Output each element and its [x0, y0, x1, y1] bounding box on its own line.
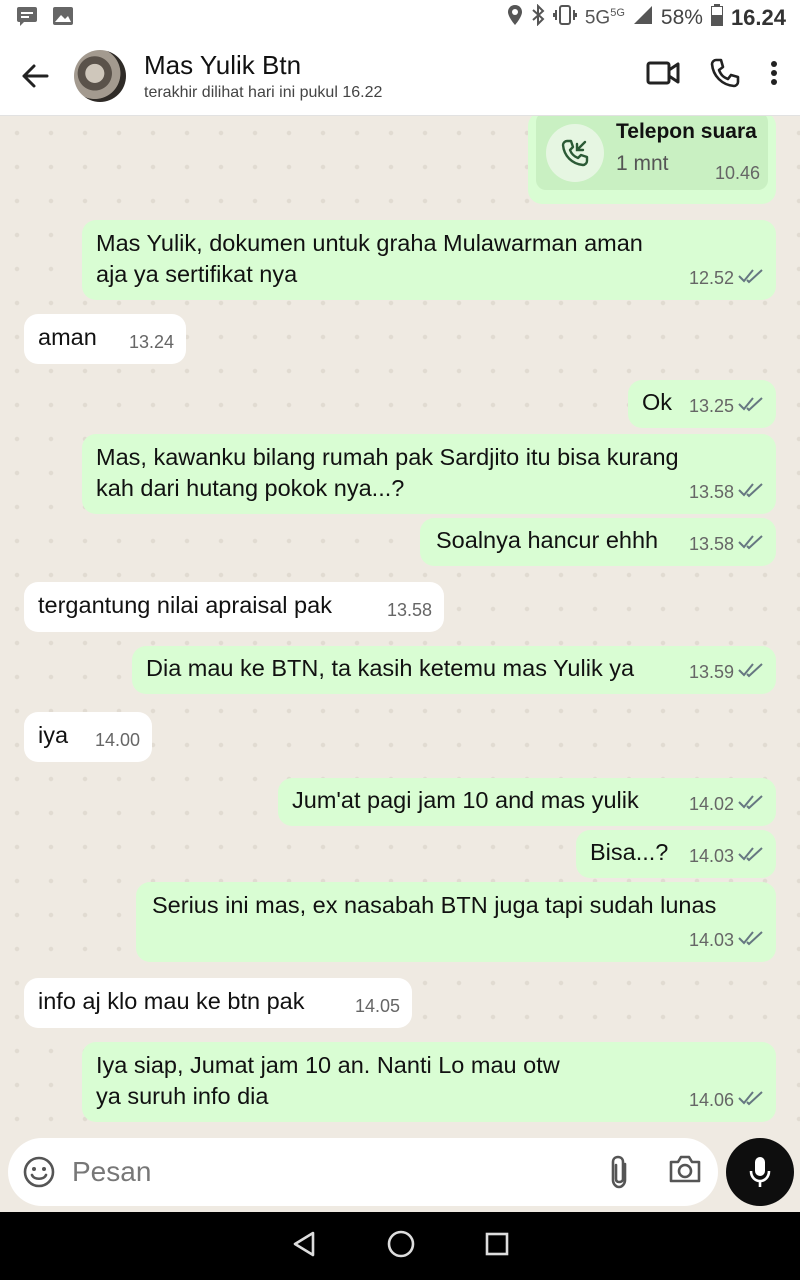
message-notification-icon [16, 6, 38, 31]
message-bubble-outgoing[interactable]: Jum'at pagi jam 10 and mas yulik 14.02 [278, 778, 776, 826]
battery-percent: 58% [660, 6, 703, 29]
video-call-button[interactable] [646, 60, 680, 91]
square-recents-icon [485, 1232, 509, 1255]
message-bubble-incoming[interactable]: tergantung nilai apraisal pak 13.58 [24, 582, 444, 632]
back-button[interactable] [0, 36, 70, 116]
message-text: Serius ini mas, ex nasabah BTN juga tapi… [152, 892, 717, 918]
read-ticks-icon [738, 657, 764, 688]
message-bubble-outgoing[interactable]: Iya siap, Jumat jam 10 an. Nanti Lo mau … [82, 1042, 776, 1122]
message-bubble-incoming[interactable]: info aj klo mau ke btn pak 14.05 [24, 978, 412, 1028]
signal-icon [633, 5, 653, 31]
voice-call-message[interactable]: Telepon suara 1 mnt 10.46 [528, 116, 776, 204]
clock: 16.24 [730, 5, 786, 30]
microphone-icon [749, 1157, 771, 1187]
message-bubble-outgoing[interactable]: Mas Yulik, dokumen untuk graha Mulawarma… [82, 220, 776, 300]
gallery-notification-icon [52, 6, 74, 31]
message-bubble-incoming[interactable]: aman 13.24 [24, 314, 186, 364]
message-time: 14.03 [688, 930, 734, 950]
read-ticks-icon [738, 789, 764, 820]
message-bubble-incoming[interactable]: iya 14.00 [24, 712, 152, 762]
read-ticks-icon [738, 1085, 764, 1116]
message-time: 13.58 [688, 482, 734, 502]
message-time: 13.25 [688, 396, 734, 416]
emoji-button[interactable] [22, 1155, 56, 1189]
call-title: Telepon suara [616, 120, 757, 143]
more-options-button[interactable] [770, 60, 778, 91]
status-bar: 5G5G 58% 16.24 [0, 0, 800, 36]
message-time: 14.02 [688, 794, 734, 814]
message-time: 14.03 [688, 846, 734, 866]
triangle-back-icon [293, 1231, 315, 1256]
read-ticks-icon [738, 925, 764, 956]
system-navigation-bar [0, 1212, 800, 1280]
battery-icon [710, 4, 723, 32]
more-vertical-icon [771, 61, 777, 85]
message-composer: Pesan [0, 1134, 800, 1212]
message-bubble-outgoing[interactable]: Serius ini mas, ex nasabah BTN juga tapi… [136, 882, 776, 962]
nav-back-button[interactable] [290, 1230, 318, 1263]
nav-recents-button[interactable] [484, 1231, 510, 1262]
voice-call-button[interactable] [710, 58, 740, 93]
last-seen-status: terakhir dilihat hari ini pukul 16.22 [144, 83, 383, 101]
arrow-left-icon [22, 64, 49, 87]
message-bubble-outgoing[interactable]: Ok 13.25 [628, 380, 776, 428]
chat-messages[interactable]: Telepon suara 1 mnt 10.46 Mas Yulik, dok… [0, 116, 800, 1134]
phone-incoming-icon [546, 124, 604, 182]
voice-message-button[interactable] [726, 1138, 794, 1206]
message-text: Mas, kawanku bilang rumah pak Sardjito i… [96, 444, 679, 501]
chat-header: Mas Yulik Btn terakhir dilihat hari ini … [0, 36, 800, 116]
message-text: tergantung nilai apraisal pak [38, 592, 332, 618]
location-icon [507, 4, 523, 32]
call-duration: 1 mnt [616, 152, 669, 175]
circle-home-icon [387, 1230, 415, 1257]
contact-avatar[interactable] [74, 49, 126, 102]
network-type: 5G5G [584, 6, 625, 29]
camera-icon [669, 1155, 701, 1183]
message-text: Mas Yulik, dokumen untuk graha Mulawarma… [96, 230, 643, 287]
message-bubble-outgoing[interactable]: Bisa...? 14.03 [576, 830, 776, 878]
message-time: 13.58 [688, 534, 734, 554]
message-time: 13.58 [386, 600, 432, 620]
vibrate-icon [552, 4, 577, 32]
read-ticks-icon [738, 841, 764, 872]
message-time: 12.52 [688, 268, 734, 288]
message-text: Dia mau ke BTN, ta kasih ketemu mas Yuli… [146, 655, 635, 681]
attach-button[interactable] [608, 1154, 632, 1195]
emoji-icon [23, 1156, 55, 1188]
message-time: 14.06 [688, 1090, 734, 1110]
phone-icon [710, 58, 740, 88]
message-time: 14.00 [94, 730, 140, 750]
message-text: Iya siap, Jumat jam 10 an. Nanti Lo mau … [96, 1052, 560, 1109]
read-ticks-icon [738, 391, 764, 422]
paperclip-icon [611, 1155, 627, 1189]
message-placeholder[interactable]: Pesan [72, 1156, 151, 1188]
read-ticks-icon [738, 529, 764, 560]
read-ticks-icon [738, 263, 764, 294]
message-bubble-outgoing[interactable]: Dia mau ke BTN, ta kasih ketemu mas Yuli… [132, 646, 776, 694]
contact-name: Mas Yulik Btn [144, 49, 302, 80]
message-bubble-outgoing[interactable]: Soalnya hancur ehhh 13.58 [420, 518, 776, 566]
contact-info[interactable]: Mas Yulik Btn terakhir dilihat hari ini … [144, 50, 382, 102]
message-time: 13.24 [128, 332, 174, 352]
message-time: 13.59 [688, 662, 734, 682]
video-camera-icon [646, 61, 680, 85]
read-ticks-icon [738, 477, 764, 508]
bluetooth-icon [531, 3, 545, 32]
nav-home-button[interactable] [386, 1229, 416, 1264]
camera-button[interactable] [668, 1154, 702, 1189]
message-bubble-outgoing[interactable]: Mas, kawanku bilang rumah pak Sardjito i… [82, 434, 776, 514]
message-text: info aj klo mau ke btn pak [38, 988, 305, 1014]
message-input[interactable]: Pesan [8, 1138, 718, 1206]
message-time: 14.05 [354, 996, 400, 1016]
call-time: 10.46 [714, 163, 760, 183]
